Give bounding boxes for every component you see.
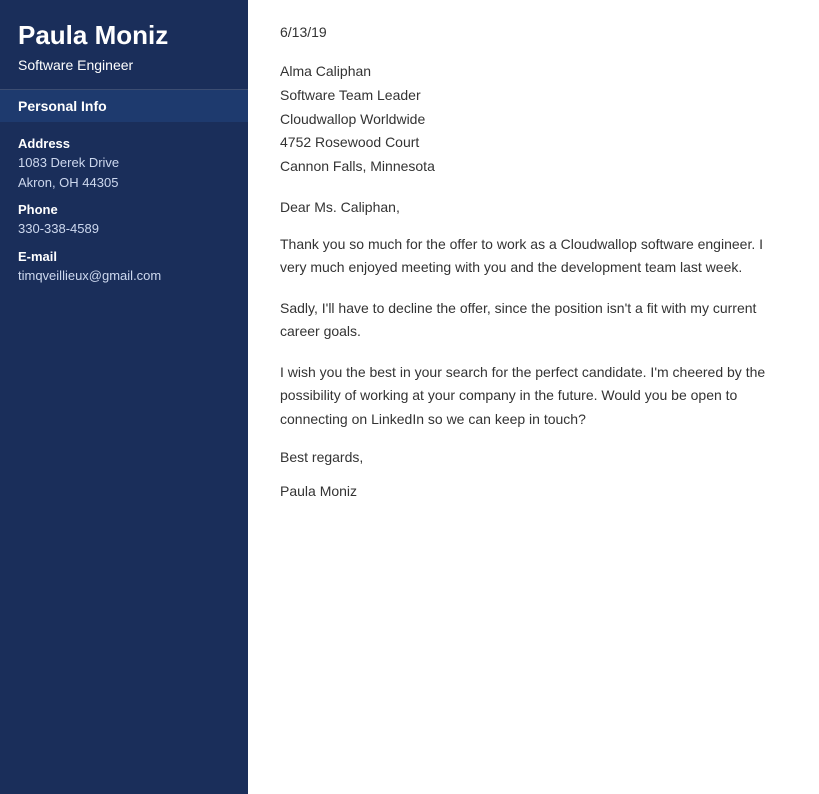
address-line1: 1083 Derek Drive (18, 153, 230, 173)
letter-date: 6/13/19 (280, 24, 787, 40)
paragraph2: Sadly, I'll have to decline the offer, s… (280, 297, 787, 343)
candidate-job-title: Software Engineer (18, 57, 230, 73)
address-line2: Akron, OH 44305 (18, 173, 230, 193)
recipient-block: Alma Caliphan Software Team Leader Cloud… (280, 60, 787, 179)
email-label: E-mail (18, 249, 230, 264)
page: Paula Moniz Software Engineer Personal I… (0, 0, 819, 794)
recipient-address1: 4752 Rosewood Court (280, 131, 787, 155)
salutation: Dear Ms. Caliphan, (280, 199, 787, 215)
recipient-title: Software Team Leader (280, 84, 787, 108)
sidebar-header: Paula Moniz Software Engineer (0, 0, 248, 90)
recipient-company: Cloudwallop Worldwide (280, 108, 787, 132)
email-value: timqveillieux@gmail.com (18, 266, 230, 286)
recipient-address2: Cannon Falls, Minnesota (280, 155, 787, 179)
paragraph1: Thank you so much for the offer to work … (280, 233, 787, 279)
phone-value: 330-338-4589 (18, 219, 230, 239)
paragraph3: I wish you the best in your search for t… (280, 361, 787, 430)
sidebar: Paula Moniz Software Engineer Personal I… (0, 0, 248, 794)
closing: Best regards, (280, 449, 787, 465)
sidebar-info: Address 1083 Derek Drive Akron, OH 44305… (0, 122, 248, 299)
address-label: Address (18, 136, 230, 151)
signature: Paula Moniz (280, 483, 787, 499)
letter-content: 6/13/19 Alma Caliphan Software Team Lead… (248, 0, 819, 794)
phone-label: Phone (18, 202, 230, 217)
recipient-name: Alma Caliphan (280, 60, 787, 84)
personal-info-heading: Personal Info (0, 90, 248, 122)
candidate-name: Paula Moniz (18, 20, 230, 51)
